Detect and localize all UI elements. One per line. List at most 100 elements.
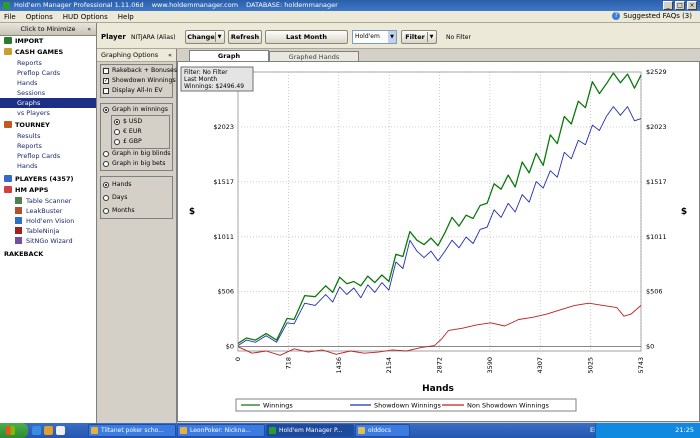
app-leakbuster-label: LeakBuster (26, 207, 63, 215)
minimize-sidebar-button[interactable]: Click to Minimize « (0, 23, 96, 36)
graph-in-winnings-radio[interactable]: Graph in winnings (103, 105, 170, 115)
radio-selected-icon[interactable] (114, 119, 120, 125)
task-app-icon (269, 427, 276, 434)
nav-cash-graphs[interactable]: Graphs (0, 98, 96, 108)
currency-gbp-radio[interactable]: £ GBP (114, 137, 167, 147)
nav-tourney[interactable]: TOURNEY (0, 120, 96, 131)
graphing-options-header: Graphing Options « (97, 49, 176, 62)
tab-graph[interactable]: Graph (189, 50, 269, 61)
x-tick-label: 1436 (335, 357, 343, 374)
graph-in-big-bets-radio[interactable]: Graph in big bets (103, 159, 170, 169)
filter-button[interactable]: Filter ▼ (401, 30, 437, 44)
suggested-faqs-link[interactable]: ? Suggested FAQs (3) (612, 12, 692, 20)
nav-cash-games[interactable]: CASH GAMES (0, 47, 96, 58)
game-type-dropdown-icon[interactable]: ▼ (388, 31, 396, 43)
nav-tourney-preflop-cards[interactable]: Preflop Cards (0, 151, 96, 161)
taskbar-task-4[interactable]: olddocs (355, 424, 410, 437)
tab-graphed-hands[interactable]: Graphed Hands (269, 51, 359, 61)
menu-help[interactable]: Help (118, 13, 134, 21)
checkbox-icon[interactable] (103, 88, 109, 94)
task-folder-icon (358, 427, 365, 434)
radio-icon[interactable] (103, 207, 109, 214)
nav-tourney-hands[interactable]: Hands (0, 161, 96, 171)
window-database: DATABASE: holdemmanager (246, 1, 338, 9)
nav-players[interactable]: PLAYERS (4357) (0, 174, 96, 185)
x-tick-label: 4307 (536, 357, 544, 374)
display-all-in-ev-checkbox[interactable]: Display All-In EV (103, 86, 170, 96)
holdem-vision-icon (15, 217, 22, 224)
quicklaunch-folder-icon[interactable] (44, 426, 53, 435)
x-mode-hands-radio[interactable]: Hands (103, 178, 170, 191)
taskbar-task-2[interactable]: LeonPoker: Nickna... (177, 424, 265, 437)
showdown-winnings-checkbox[interactable]: ✓ Showdown Winnings (103, 76, 176, 86)
app-sitngo-wizard-label: SitNGo Wizard (26, 237, 73, 245)
nav-import[interactable]: IMPORT (0, 36, 96, 47)
radio-selected-icon[interactable] (103, 181, 109, 188)
radio-icon[interactable] (103, 161, 109, 167)
radio-icon[interactable] (114, 139, 120, 145)
maximize-window-button[interactable]: □ (675, 1, 685, 10)
info-box: Filter: No Filter Last Month Winnings: $… (180, 66, 254, 92)
nav-rakeback[interactable]: RAKEBACK (0, 249, 96, 260)
taskbar-task-1[interactable]: Tiltanet poker scho... (88, 424, 176, 437)
nav-cash-vs-players[interactable]: vs Players (0, 108, 96, 118)
quicklaunch-desktop-icon[interactable] (56, 426, 65, 435)
radio-icon[interactable] (114, 129, 120, 135)
menu-options[interactable]: Options (26, 13, 53, 21)
collapse-panel-icon[interactable]: « (168, 49, 172, 62)
graph-in-big-blinds-radio[interactable]: Graph in big blinds (103, 149, 171, 159)
y-axis-label-left: $ (189, 207, 195, 217)
y-tick-label-left: $1011 (213, 233, 234, 241)
radio-selected-icon[interactable] (103, 107, 109, 113)
y-tick-label-right: $506 (646, 288, 663, 296)
app-holdem-vision[interactable]: Hold'em Vision (0, 216, 96, 226)
radio-icon[interactable] (103, 151, 109, 157)
nav-tourney-reports[interactable]: Reports (0, 141, 96, 151)
app-leakbuster[interactable]: LeakBuster (0, 206, 96, 216)
close-window-button[interactable]: × (687, 1, 697, 10)
legend-label-showdown: Showdown Winnings (374, 402, 442, 410)
checkbox-checked-icon[interactable]: ✓ (103, 78, 109, 84)
x-tick-label: 2872 (436, 357, 444, 374)
change-player-button[interactable]: Change ▼ (185, 30, 225, 44)
quicklaunch-ie-icon[interactable] (32, 426, 41, 435)
rakeback-bonuses-checkbox[interactable]: Rakeback + Bonuses (103, 66, 177, 76)
nav-cash-sessions[interactable]: Sessions (0, 88, 96, 98)
currency-usd-radio[interactable]: $ USD (114, 117, 167, 127)
nav-tourney-results[interactable]: Results (0, 131, 96, 141)
nav-cash-games-label: CASH GAMES (15, 48, 64, 56)
x-mode-days-radio[interactable]: Days (103, 191, 170, 204)
taskbar-task-3[interactable]: Hold'em Manager P... (266, 424, 354, 437)
date-range-button[interactable]: Last Month (265, 30, 348, 44)
game-type-value: Hold'em (355, 33, 380, 40)
filter-dropdown-icon[interactable]: ▼ (427, 32, 435, 42)
minimize-window-button[interactable]: _ (663, 1, 673, 10)
radio-icon[interactable] (103, 194, 109, 201)
nav-cash-hands[interactable]: Hands (0, 78, 96, 88)
y-tick-label-right: $0 (646, 343, 654, 351)
checkbox-icon[interactable] (103, 68, 109, 74)
window-url: www.holdemmanager.com (151, 1, 239, 9)
app-tableninja[interactable]: TableNinja (0, 226, 96, 236)
app-table-scanner[interactable]: Table Scanner (0, 196, 96, 206)
graphing-options-title: Graphing Options (101, 51, 159, 59)
menu-hud-options[interactable]: HUD Options (63, 13, 108, 21)
game-type-select[interactable]: Hold'em ▼ (352, 30, 397, 44)
refresh-button[interactable]: Refresh (228, 30, 262, 44)
nav-cash-reports[interactable]: Reports (0, 58, 96, 68)
x-mode-months-radio[interactable]: Months (103, 204, 170, 217)
y-tick-label-right: $2023 (646, 123, 667, 131)
task-app-icon (180, 427, 187, 434)
start-button[interactable] (0, 423, 28, 438)
graphing-options-panel: Graphing Options « Rakeback + Bonuses ✓ S… (97, 49, 177, 423)
menu-file[interactable]: File (4, 13, 16, 21)
nav-hm-apps[interactable]: HM APPS (0, 185, 96, 196)
display-all-in-ev-label: Display All-In EV (112, 87, 163, 94)
app-sitngo-wizard[interactable]: SitNGo Wizard (0, 236, 96, 246)
nav-cash-preflop-cards[interactable]: Preflop Cards (0, 68, 96, 78)
currency-eur-radio[interactable]: € EUR (114, 127, 167, 137)
tourney-icon (4, 121, 12, 128)
change-dropdown-icon[interactable]: ▼ (215, 32, 223, 42)
x-tick-label: 0 (234, 357, 242, 361)
currency-gbp-label: £ GBP (123, 138, 142, 145)
